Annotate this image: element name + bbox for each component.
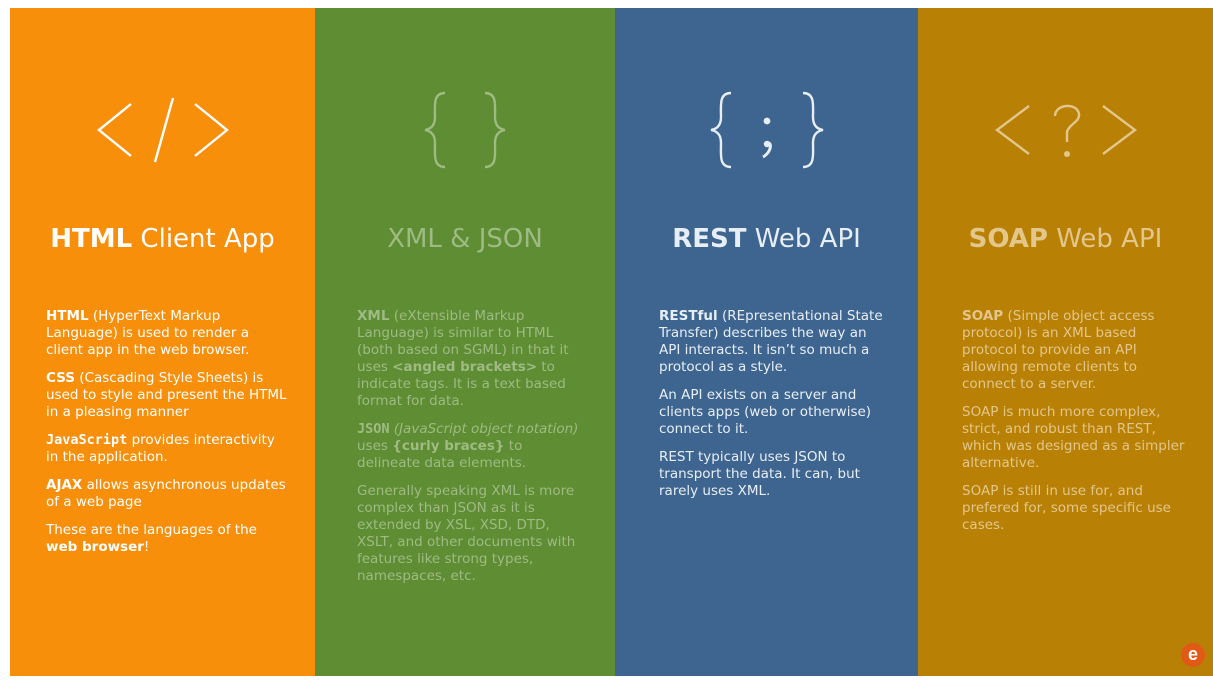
xml-declaration-icon [918, 80, 1213, 180]
column-soap-web-api: SOAP Web API SOAP (Simple object access … [918, 8, 1213, 676]
slide: HTML Client App HTML (HyperText Markup L… [10, 8, 1213, 676]
paragraph-javascript: JavaScript provides interactivity in the… [46, 432, 275, 465]
paragraph-usage: SOAP is still in use for, and prefered f… [962, 483, 1171, 533]
column-title: HTML Client App [50, 224, 275, 254]
column-body: RESTful (REpresentational State Transfer… [659, 308, 892, 511]
paragraph-json: JSON (JavaScript object notation) uses {… [357, 421, 579, 471]
paragraph-css: CSS (Cascading Style Sheets) is used to … [46, 370, 287, 420]
column-title: REST Web API [672, 224, 861, 254]
braces-semicolon-icon [615, 80, 918, 180]
paragraph-api: An API exists on a server and clients ap… [659, 387, 872, 437]
paragraph-soap: SOAP (Simple object access protocol) is … [962, 308, 1155, 392]
curly-braces-icon [315, 80, 615, 180]
paragraph-transport: REST typically uses JSON to transport th… [659, 449, 860, 499]
paragraph-xml: XML (eXtensible Markup Language) is simi… [357, 308, 569, 409]
paragraph-closing: These are the languages of the web brows… [46, 522, 257, 555]
column-body: XML (eXtensible Markup Language) is simi… [357, 308, 589, 596]
paragraph-complexity: SOAP is much more complex, strict, and r… [962, 404, 1185, 471]
column-title: XML & JSON [387, 224, 543, 254]
paragraph-html: HTML (HyperText Markup Language) is used… [46, 308, 250, 358]
column-body: SOAP (Simple object access protocol) is … [962, 308, 1187, 545]
paragraph-comparison: Generally speaking XML is more complex t… [357, 483, 576, 584]
column-body: HTML (HyperText Markup Language) is used… [46, 308, 289, 567]
html-tag-icon [10, 80, 315, 180]
column-rest-web-api: REST Web API RESTful (REpresentational S… [615, 8, 918, 676]
paragraph-ajax: AJAX allows asynchronous updates of a we… [46, 477, 286, 510]
column-html-client-app: HTML Client App HTML (HyperText Markup L… [10, 8, 315, 676]
column-title: SOAP Web API [968, 224, 1163, 254]
paragraph-restful: RESTful (REpresentational State Transfer… [659, 308, 883, 375]
brand-logo-icon: e [1181, 643, 1205, 667]
column-xml-json: XML & JSON XML (eXtensible Markup Langua… [315, 8, 615, 676]
